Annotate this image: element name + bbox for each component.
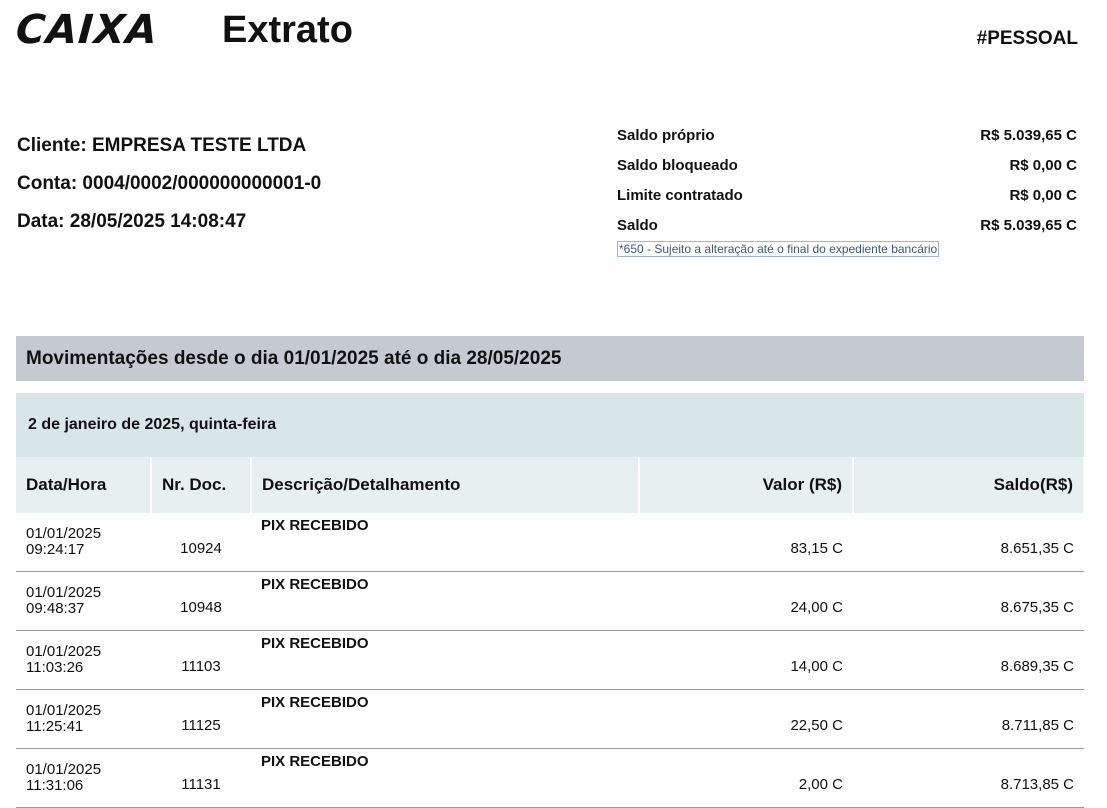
table-row: 01/01/2025 11:25:41 11125 PIX RECEBIDO 22… [16, 689, 1084, 749]
column-header-description: Descrição/Detalhamento [251, 457, 640, 513]
balance-row: Saldo próprio R$ 5.039,65 C [617, 120, 1077, 150]
account-type-tag: #PESSOAL [976, 28, 1078, 49]
column-header-date: Data/Hora [16, 457, 152, 513]
balance-row: Limite contratado R$ 0,00 C [617, 180, 1077, 210]
balance-label: Limite contratado [617, 186, 743, 204]
row-datetime: 01/01/2025 11:25:41 [16, 689, 151, 749]
balance-label: Saldo próprio [617, 126, 715, 144]
row-time: 11:31:06 [26, 777, 84, 794]
row-datetime: 01/01/2025 11:31:06 [16, 748, 151, 808]
table-row: 01/01/2025 09:24:17 10924 PIX RECEBIDO 83… [16, 513, 1084, 572]
row-date: 01/01/2025 [26, 643, 102, 660]
statement-date: Data: 28/05/2025 14:08:47 [17, 211, 247, 232]
column-header-balance: Saldo(R$) [853, 457, 1085, 513]
row-date: 01/01/2025 [26, 525, 102, 542]
day-header: 2 de janeiro de 2025, quinta-feira [16, 393, 1084, 457]
row-description: PIX RECEBIDO [251, 748, 639, 808]
row-balance: 8.713,85 C [853, 748, 1084, 808]
row-doc-number: 11103 [151, 630, 251, 690]
balance-row: Saldo bloqueado R$ 0,00 C [617, 150, 1077, 180]
balance-summary: Saldo próprio R$ 5.039,65 C Saldo bloque… [617, 120, 1077, 258]
row-datetime: 01/01/2025 11:03:26 [16, 630, 151, 690]
row-balance: 8.651,35 C [853, 513, 1084, 572]
row-balance: 8.689,35 C [853, 630, 1084, 690]
row-time: 09:24:17 [26, 541, 85, 558]
balance-value: R$ 5.039,65 C [980, 216, 1077, 234]
row-date: 01/01/2025 [26, 584, 102, 601]
transactions-table: Data/Hora Nr. Doc. Descrição/Detalhament… [16, 457, 1085, 808]
table-row: 01/01/2025 11:03:26 11103 PIX RECEBIDO 14… [16, 630, 1084, 690]
period-title: Movimentações desde o dia 01/01/2025 até… [26, 347, 562, 369]
table-header-row: Data/Hora Nr. Doc. Descrição/Detalhament… [16, 457, 1085, 513]
account-number: Conta: 0004/0002/000000000001-0 [17, 173, 322, 194]
row-value: 24,00 C [639, 571, 853, 631]
row-time: 09:48:37 [26, 600, 85, 617]
row-doc-number: 11131 [151, 748, 251, 808]
row-doc-number: 10948 [151, 571, 251, 631]
row-time: 11:03:26 [26, 659, 84, 676]
balance-note-link[interactable]: *650 - Sujeito a alteração até o final d… [617, 241, 940, 257]
row-value: 14,00 C [639, 630, 853, 690]
row-description: PIX RECEBIDO [251, 513, 639, 572]
row-datetime: 01/01/2025 09:24:17 [16, 513, 151, 572]
row-doc-number: 10924 [151, 513, 251, 572]
balance-value: R$ 0,00 C [1009, 186, 1077, 204]
column-header-doc: Nr. Doc. [151, 457, 252, 513]
balance-value: R$ 5.039,65 C [980, 126, 1077, 144]
row-date: 01/01/2025 [26, 761, 102, 778]
row-balance: 8.675,35 C [853, 571, 1084, 631]
row-description: PIX RECEBIDO [251, 571, 639, 631]
client-info: Cliente: EMPRESA TESTE LTDA Conta: 0004/… [17, 136, 321, 250]
row-datetime: 01/01/2025 09:48:37 [16, 571, 151, 631]
row-value: 22,50 C [639, 689, 853, 749]
row-value: 83,15 C [639, 513, 853, 572]
balance-label: Saldo [617, 216, 658, 234]
column-header-value: Valor (R$) [639, 457, 854, 513]
client-name: Cliente: EMPRESA TESTE LTDA [17, 135, 307, 156]
row-doc-number: 11125 [151, 689, 251, 749]
row-time: 11:25:41 [26, 718, 84, 735]
caixa-logo: CAIXA [14, 7, 160, 53]
row-value: 2,00 C [639, 748, 853, 808]
page-title: Extrato [222, 9, 353, 51]
balance-row: Saldo R$ 5.039,65 C [617, 210, 1077, 240]
balance-label: Saldo bloqueado [617, 156, 738, 174]
day-title: 2 de janeiro de 2025, quinta-feira [28, 416, 277, 433]
period-header: Movimentações desde o dia 01/01/2025 até… [16, 336, 1084, 381]
row-description: PIX RECEBIDO [251, 630, 639, 690]
table-row: 01/01/2025 11:31:06 11131 PIX RECEBIDO 2,… [16, 748, 1084, 808]
table-row: 01/01/2025 09:48:37 10948 PIX RECEBIDO 24… [16, 571, 1084, 631]
row-date: 01/01/2025 [26, 702, 102, 719]
row-balance: 8.711,85 C [853, 689, 1084, 749]
balance-value: R$ 0,00 C [1009, 156, 1077, 174]
row-description: PIX RECEBIDO [251, 689, 639, 749]
